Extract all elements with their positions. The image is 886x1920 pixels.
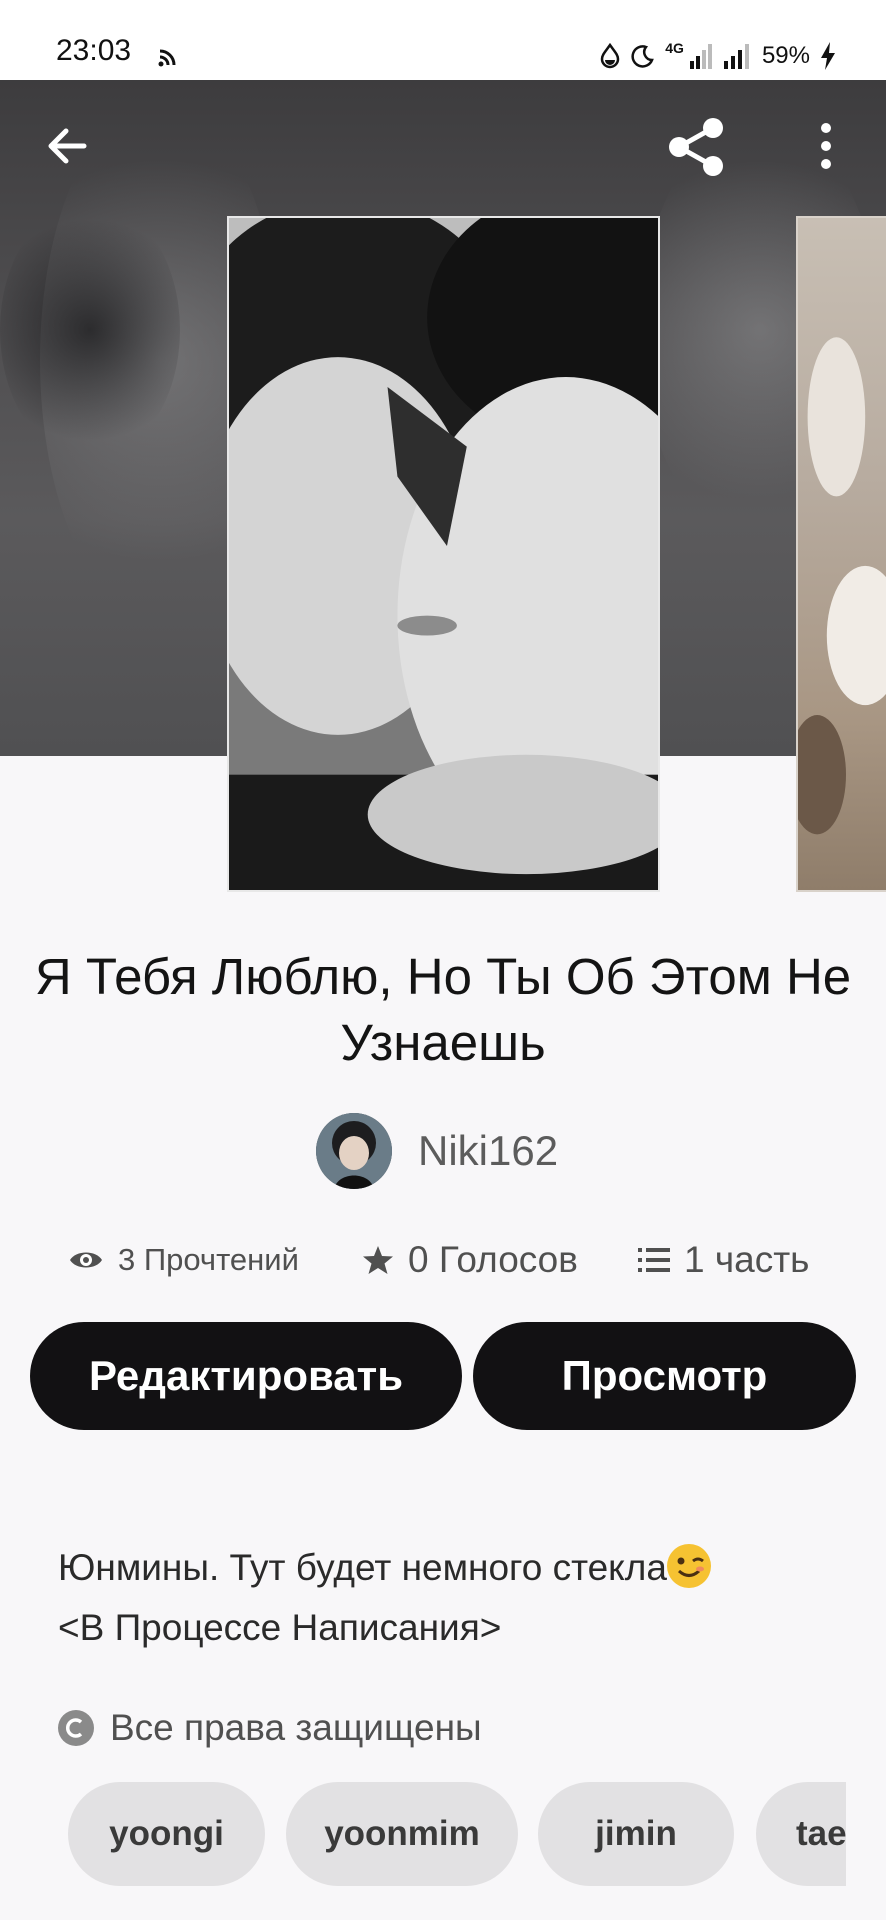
- tag-chip[interactable]: tae: [756, 1782, 846, 1886]
- description-status-line: <В Процессе Написания>: [58, 1607, 502, 1648]
- star-icon: [363, 1246, 393, 1274]
- copyright-icon: [58, 1710, 94, 1746]
- preview-button[interactable]: Просмотр: [473, 1322, 856, 1430]
- copyright-text: Все права защищены: [110, 1707, 482, 1748]
- author-name[interactable]: Niki162: [418, 1127, 558, 1175]
- more-vertical-icon[interactable]: [806, 118, 846, 174]
- network-type-label: 4G: [665, 40, 684, 56]
- next-story-cover[interactable]: [796, 216, 886, 892]
- parts-count: 1 часть: [684, 1239, 810, 1280]
- reads-stat: 3 Прочтений: [68, 1232, 299, 1288]
- back-arrow-icon[interactable]: [40, 118, 96, 174]
- winking-face-emoji-icon: [666, 1544, 711, 1588]
- battery-level: 59%: [761, 42, 810, 69]
- reads-count: 3 Прочтений: [118, 1242, 299, 1277]
- list-icon: [638, 1248, 670, 1272]
- share-icon[interactable]: [664, 114, 730, 180]
- status-time: 23:03: [56, 34, 132, 67]
- tag-chip[interactable]: yoonmim: [286, 1782, 518, 1886]
- votes-stat: 0 Голосов: [362, 1232, 578, 1288]
- tag-list: yoongi yoonmim jimin tae: [68, 1782, 846, 1886]
- signal-icon: [689, 44, 712, 69]
- story-stats: 3 Прочтений 0 Голосов 1 часть: [0, 1232, 886, 1288]
- story-cover-image[interactable]: [227, 216, 660, 892]
- moon-icon: [631, 45, 655, 68]
- charging-icon: [821, 42, 835, 70]
- avatar[interactable]: [316, 1113, 392, 1189]
- story-description: Юнмины. Тут будет немного стекла <В Проц…: [58, 1538, 848, 1658]
- description-line: Юнмины. Тут будет немного стекла: [58, 1547, 667, 1588]
- parts-stat: 1 часть: [638, 1232, 809, 1288]
- tag-chip[interactable]: jimin: [538, 1782, 734, 1886]
- copyright-row: Все права защищены: [58, 1702, 482, 1754]
- data-saver-icon: [601, 43, 620, 69]
- edit-button[interactable]: Редактировать: [30, 1322, 462, 1430]
- author-row[interactable]: Niki162: [316, 1113, 558, 1189]
- status-icons: 4G 59%: [599, 38, 836, 74]
- votes-count: 0 Голосов: [408, 1239, 578, 1280]
- story-title: Я Тебя Люблю, Но Ты Об Этом Не Узнаешь: [34, 948, 852, 1071]
- signal-icon: [723, 44, 749, 69]
- status-bar: 23:03 4G 59%: [0, 0, 886, 80]
- cast-icon: [158, 49, 176, 67]
- eye-icon: [70, 1252, 102, 1268]
- tag-chip[interactable]: yoongi: [68, 1782, 265, 1886]
